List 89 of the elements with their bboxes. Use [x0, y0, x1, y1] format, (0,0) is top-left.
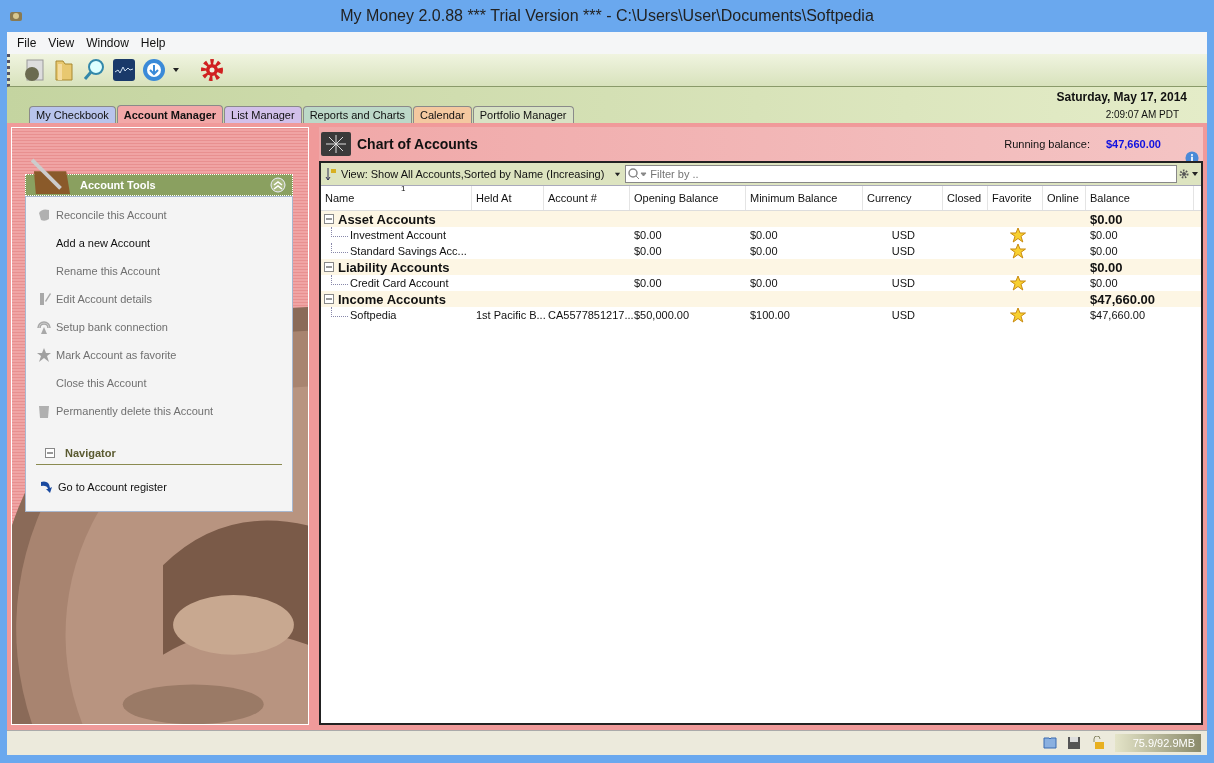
collapse-icon[interactable]	[324, 214, 334, 224]
arrow-icon	[38, 479, 54, 495]
search-icon	[627, 167, 648, 181]
panel-title: Account Tools	[80, 179, 157, 191]
chart-icon[interactable]	[112, 58, 136, 82]
column-header[interactable]: Minimum Balance	[746, 186, 863, 210]
sort-icon	[325, 167, 337, 181]
group-name[interactable]: Asset Accounts	[338, 211, 436, 227]
tab[interactable]: List Manager	[224, 106, 302, 123]
group-name[interactable]: Income Accounts	[338, 291, 446, 307]
table-cell: USD	[891, 245, 915, 257]
table-cell: $0.00	[750, 229, 778, 241]
collapse-icon[interactable]	[324, 294, 334, 304]
search-icon[interactable]	[82, 58, 106, 82]
collapse-icon[interactable]	[324, 262, 334, 272]
star-icon	[36, 347, 52, 363]
column-header[interactable]: Opening Balance	[630, 186, 746, 210]
menu-item[interactable]: Window	[80, 36, 135, 50]
running-balance-label: Running balance:	[1004, 138, 1090, 150]
blob-icon	[36, 207, 52, 223]
table-cell: $0.00	[750, 245, 778, 257]
menu-item[interactable]: Help	[134, 36, 172, 50]
account-name[interactable]: Credit Card Account	[350, 277, 449, 289]
table-cell: $0.00	[1090, 211, 1123, 227]
table-cell: $47,660.00	[1090, 309, 1146, 321]
tab[interactable]: Portfolio Manager	[472, 106, 574, 123]
menu-item[interactable]: View	[42, 36, 81, 50]
running-balance-value: $47,660.00	[1105, 138, 1161, 150]
group-name[interactable]: Liability Accounts	[338, 259, 450, 275]
tab[interactable]: Reports and Charts	[302, 106, 413, 123]
account-name[interactable]: Investment Account	[350, 229, 446, 241]
table-cell: $0.00	[634, 245, 662, 257]
save-icon[interactable]	[1066, 736, 1081, 750]
sort-indicator: 1	[401, 184, 406, 193]
column-header[interactable]: Account #	[544, 186, 630, 210]
settings-icon[interactable]	[200, 58, 224, 82]
column-header[interactable]: Currency	[863, 186, 943, 210]
star-icon[interactable]	[1009, 227, 1026, 243]
star-icon[interactable]	[1009, 243, 1026, 259]
table-cell: $50,000.00	[634, 309, 690, 321]
time-label: 2:09:07 AM PDT	[1105, 109, 1179, 120]
download-icon[interactable]	[142, 58, 166, 82]
folder-icon[interactable]	[52, 58, 76, 82]
trash-icon	[36, 403, 52, 419]
table-cell: $0.00	[634, 277, 662, 289]
table-cell: $0.00	[1090, 245, 1118, 257]
table-cell: 1st Pacific B...	[476, 309, 546, 321]
settings-icon	[1179, 169, 1199, 179]
table-cell: USD	[891, 309, 915, 321]
book-icon[interactable]	[1042, 736, 1057, 750]
coin-icon[interactable]	[22, 58, 46, 82]
table-cell: $0.00	[1090, 277, 1118, 289]
date-label: Saturday, May 17, 2014	[1056, 90, 1187, 104]
memory-usage: 75.9/92.9MB	[1114, 734, 1201, 752]
column-header[interactable]: Balance	[1086, 186, 1194, 210]
account-name[interactable]: Standard Savings Acc...	[350, 245, 467, 257]
column-header[interactable]: Favorite	[988, 186, 1043, 210]
account-name[interactable]: Softpedia	[350, 309, 397, 321]
caret-icon[interactable]	[172, 66, 180, 74]
tab[interactable]: My Checkbook	[29, 106, 116, 123]
collapse-icon[interactable]	[45, 448, 55, 458]
filter-field[interactable]: Filter by ..	[625, 165, 1177, 183]
signal-icon	[36, 319, 52, 335]
section-title: Navigator	[65, 447, 116, 459]
table-cell: CA5577851217...	[548, 309, 634, 321]
view-dropdown[interactable]: View: Show All Accounts,Sorted by Name (Increasing)	[321, 167, 626, 181]
star-icon[interactable]	[1009, 275, 1026, 291]
star-icon[interactable]	[1009, 307, 1026, 323]
task-link[interactable]: Add a new Account	[56, 237, 151, 249]
menu-item[interactable]: File	[11, 36, 43, 50]
tab[interactable]: Calendar	[413, 106, 472, 123]
column-header[interactable]: Held At	[472, 186, 544, 210]
tab[interactable]: Account Manager	[116, 105, 224, 123]
table-cell: $0.00	[750, 277, 778, 289]
table-cell: USD	[891, 277, 915, 289]
table-cell: $0.00	[1090, 229, 1118, 241]
caret-icon	[614, 170, 622, 178]
table-cell: $0.00	[1090, 259, 1123, 275]
table-cell: USD	[891, 229, 915, 241]
table-cell: $47,660.00	[1090, 291, 1156, 307]
lock-icon[interactable]	[1090, 736, 1105, 750]
page-title: Chart of Accounts	[357, 136, 478, 152]
table-cell: $0.00	[634, 229, 662, 241]
task-link[interactable]: Go to Account register	[58, 481, 167, 493]
table-cell: $100.00	[750, 309, 790, 321]
window-title: My Money 2.0.88 *** Trial Version *** - C:\Users\User\Documents\Softpedia	[339, 7, 875, 25]
column-header[interactable]: Online	[1043, 186, 1086, 210]
column-header[interactable]: Name 1	[321, 186, 472, 210]
column-header[interactable]: Closed	[943, 186, 988, 210]
